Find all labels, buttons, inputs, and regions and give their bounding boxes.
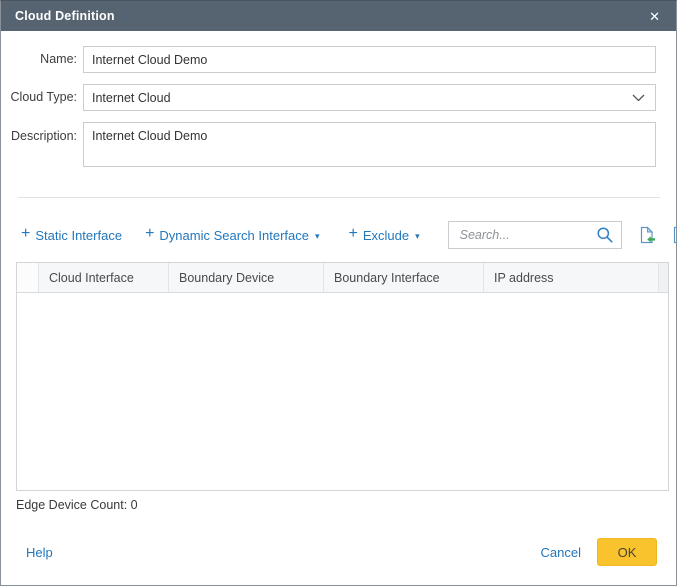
cancel-button[interactable]: Cancel — [541, 545, 581, 560]
caret-down-icon: ▾ — [415, 231, 420, 242]
column-header-boundary-interface[interactable]: Boundary Interface — [324, 263, 484, 292]
exclude-label: Exclude — [363, 228, 409, 243]
column-header-cloud-interface[interactable]: Cloud Interface — [39, 263, 169, 292]
description-row: Description: Internet Cloud Demo — [1, 122, 676, 172]
interfaces-table: Cloud Interface Boundary Device Boundary… — [16, 262, 669, 491]
ok-button[interactable]: OK — [597, 538, 657, 566]
table-header: Cloud Interface Boundary Device Boundary… — [17, 263, 668, 293]
plus-icon: + — [145, 226, 154, 242]
dynamic-search-interface-button[interactable]: + Dynamic Search Interface ▾ — [145, 227, 319, 243]
cloud-type-row: Cloud Type: Internet Cloud — [1, 84, 676, 111]
row-selector-column-header — [17, 263, 39, 292]
name-input[interactable] — [83, 46, 656, 73]
dynamic-search-interface-label: Dynamic Search Interface — [159, 228, 309, 243]
edge-device-count: Edge Device Count: 0 — [16, 498, 661, 512]
edge-device-count-value: 0 — [131, 498, 138, 512]
import-document-icon[interactable] — [638, 226, 656, 244]
column-header-boundary-device[interactable]: Boundary Device — [169, 263, 324, 292]
exclude-button[interactable]: + Exclude ▾ — [349, 227, 420, 243]
dialog-titlebar: Cloud Definition ✕ — [1, 1, 676, 31]
static-interface-button[interactable]: + Static Interface — [21, 227, 122, 243]
interface-toolbar: + Static Interface + Dynamic Search Inte… — [21, 221, 659, 249]
dialog-footer: Help Cancel OK — [1, 538, 676, 585]
cloud-form: Name: Cloud Type: Internet Cloud Descrip… — [1, 31, 676, 183]
chevron-down-icon — [632, 91, 645, 105]
column-header-ip-address[interactable]: IP address — [484, 263, 659, 292]
dialog-title: Cloud Definition — [15, 9, 647, 23]
search-input[interactable] — [458, 227, 596, 243]
help-link[interactable]: Help — [26, 545, 53, 560]
description-textarea[interactable]: Internet Cloud Demo — [83, 122, 656, 167]
header-filler — [659, 263, 668, 292]
table-body-empty — [17, 293, 668, 490]
cloud-type-label: Cloud Type: — [1, 84, 83, 111]
caret-down-icon: ▾ — [315, 231, 320, 242]
cloud-type-select[interactable]: Internet Cloud — [83, 84, 656, 111]
close-icon[interactable]: ✕ — [647, 8, 662, 25]
plus-icon: + — [349, 226, 358, 242]
section-divider — [18, 197, 660, 198]
search-icon[interactable] — [596, 226, 614, 244]
static-interface-label: Static Interface — [35, 228, 122, 243]
name-row: Name: — [1, 46, 676, 73]
cloud-type-value: Internet Cloud — [92, 91, 171, 105]
cloud-definition-dialog: Cloud Definition ✕ Name: Cloud Type: Int… — [0, 0, 677, 586]
description-label: Description: — [1, 122, 83, 172]
plus-icon: + — [21, 226, 30, 242]
name-label: Name: — [1, 46, 83, 73]
edge-device-count-label: Edge Device Count: — [16, 498, 127, 512]
search-box — [448, 221, 622, 249]
export-document-icon[interactable] — [671, 226, 677, 244]
